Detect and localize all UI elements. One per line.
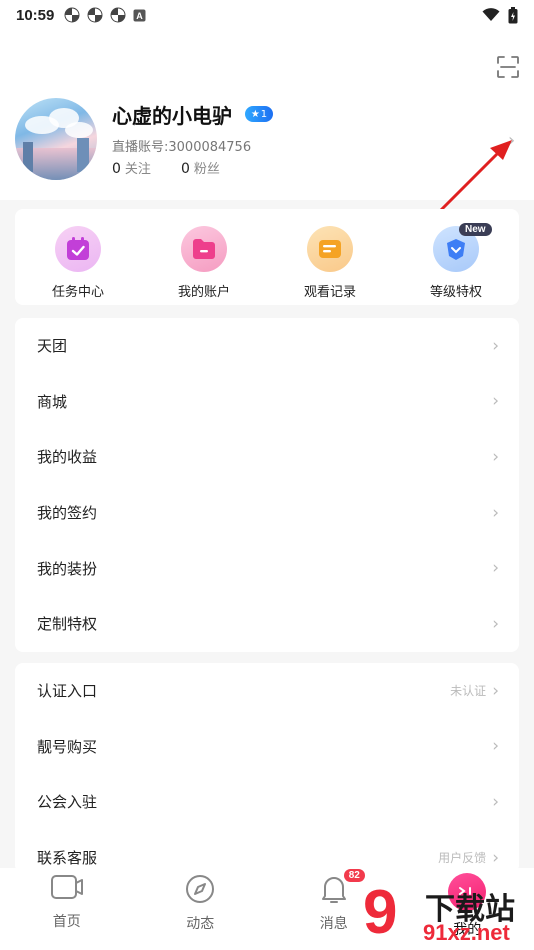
record-card-icon	[307, 226, 353, 272]
wifi-icon	[482, 8, 500, 21]
pinwheel-icon	[64, 7, 80, 23]
chevron-right-icon: ›	[492, 680, 499, 701]
menu-item-contract[interactable]: 我的签约 ›	[15, 485, 519, 541]
menu-item-custom-privilege[interactable]: 定制特权 ›	[15, 596, 519, 652]
menu-item-tiantuan[interactable]: 天团 ›	[15, 318, 519, 374]
menu-item-verification[interactable]: 认证入口 未认证 ›	[15, 663, 519, 719]
chevron-right-icon: ›	[492, 335, 499, 356]
chevron-right-icon: ›	[492, 736, 499, 757]
unread-badge: 82	[343, 869, 365, 882]
menu-item-guild[interactable]: 公会入驻 ›	[15, 774, 519, 830]
menu-item-premium-id[interactable]: 靓号购买 ›	[15, 719, 519, 775]
account-id: 直播账号:3000084756	[112, 140, 252, 155]
battery-icon	[508, 6, 518, 23]
follow-stats: 0 关注 0 粉丝	[112, 158, 220, 177]
nav-home[interactable]: 首页	[17, 873, 117, 931]
menu-item-earnings[interactable]: 我的收益 ›	[15, 429, 519, 485]
star-icon: ★	[250, 108, 260, 120]
chevron-right-icon: ›	[492, 558, 499, 579]
task-calendar-icon	[55, 226, 101, 272]
status-time: 10:59	[16, 6, 55, 24]
quick-action-my-account[interactable]: 我的账户	[149, 209, 259, 300]
nav-feed[interactable]: 动态	[150, 873, 250, 933]
menu-item-shop[interactable]: 商城 ›	[15, 374, 519, 430]
avatar[interactable]	[15, 98, 97, 180]
svg-text:A: A	[137, 11, 144, 21]
verification-status: 未认证	[450, 684, 487, 699]
menu-item-dress-up[interactable]: 我的装扮 ›	[15, 540, 519, 596]
compass-icon	[186, 875, 215, 903]
following-stat[interactable]: 0 关注	[112, 158, 151, 177]
scan-icon[interactable]	[496, 55, 520, 79]
a-square-icon: A	[133, 9, 146, 21]
menu-card-primary: 天团 › 商城 › 我的收益 › 我的签约 › 我的装扮 › 定制特权 ›	[15, 318, 519, 652]
annotation-arrow	[436, 140, 512, 215]
chevron-right-icon: ›	[492, 446, 499, 467]
quick-action-task-center[interactable]: 任务中心	[23, 209, 133, 300]
chevron-right-icon: ›	[492, 391, 499, 412]
folder-icon	[181, 226, 227, 272]
chevron-right-icon: ›	[492, 791, 499, 812]
username: 心虚的小电驴	[112, 104, 232, 128]
pinwheel-icon	[110, 7, 126, 23]
status-bar: 10:59 A	[0, 0, 534, 30]
tv-icon	[50, 875, 83, 899]
watermark-url: 91xz.net	[423, 920, 510, 945]
quick-actions-card: 任务中心 我的账户 观看记录 New 等级特权	[15, 209, 519, 305]
watermark: 9 下载站 91xz.net	[363, 880, 533, 950]
menu-item-customer-service[interactable]: 联系客服 用户反馈 ›	[15, 830, 519, 873]
level-badge: ★ 1	[245, 106, 273, 122]
feedback-hint: 用户反馈	[438, 851, 487, 866]
chevron-right-icon: ›	[492, 502, 499, 523]
watermark-logo: 9	[363, 878, 398, 947]
fans-stat[interactable]: 0 粉丝	[181, 158, 220, 177]
chevron-right-icon: ›	[492, 613, 499, 634]
pinwheel-icon	[87, 7, 103, 23]
new-badge: New	[459, 223, 492, 236]
chevron-right-icon: ›	[492, 847, 499, 868]
menu-card-secondary: 认证入口 未认证 › 靓号购买 › 公会入驻 › 联系客服 用户反馈 ›	[15, 663, 519, 873]
quick-action-watch-history[interactable]: 观看记录	[275, 209, 385, 300]
quick-action-level-privilege[interactable]: New 等级特权	[401, 209, 511, 300]
